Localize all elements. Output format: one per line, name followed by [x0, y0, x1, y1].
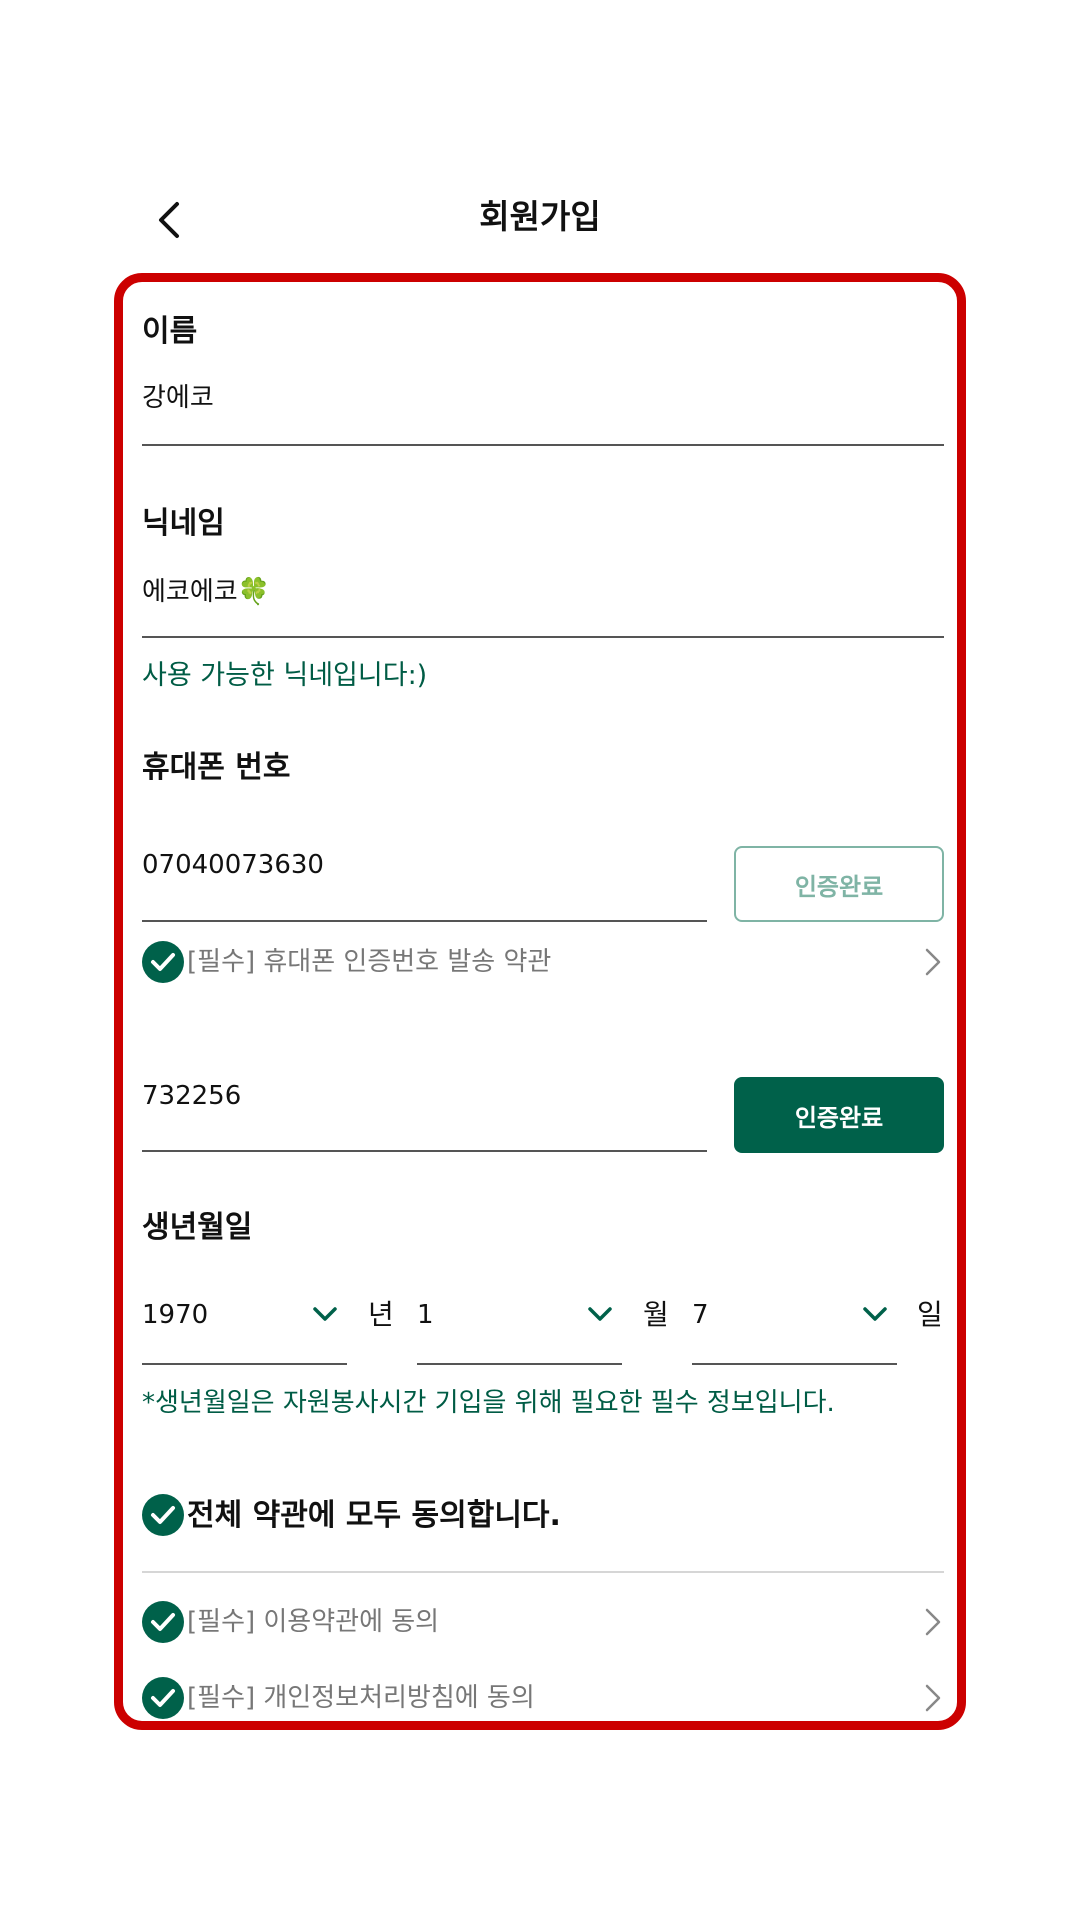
birth-month-underline: [417, 1363, 622, 1365]
code-underline: [142, 1150, 707, 1152]
chevron-down-icon: [863, 1307, 887, 1321]
birth-month-value: 1: [417, 1300, 434, 1330]
nickname-available-message: 사용 가능한 닉네입니다:): [142, 660, 428, 691]
check-circle-icon[interactable]: [142, 1601, 184, 1643]
day-unit-label: 일: [917, 1298, 943, 1331]
privacy-policy-label: [필수] 개인정보처리방침에 동의: [187, 1683, 535, 1713]
phone-number-input[interactable]: 07040073630: [142, 845, 324, 885]
chevron-down-icon: [313, 1307, 337, 1321]
chevron-down-icon: [588, 1307, 612, 1321]
agree-all-row[interactable]: 전체 약관에 모두 동의합니다.: [142, 1494, 944, 1540]
birth-year-underline: [142, 1363, 347, 1365]
birth-day-select[interactable]: 7: [692, 1295, 897, 1365]
birth-year-value: 1970: [142, 1300, 209, 1330]
birth-label: 생년월일: [142, 1210, 253, 1245]
nickname-input[interactable]: 에코에코🍀: [142, 572, 270, 612]
verification-code-input[interactable]: 732256: [142, 1076, 241, 1116]
check-circle-icon[interactable]: [142, 1677, 184, 1719]
birth-month-select[interactable]: 1: [417, 1295, 622, 1365]
birth-required-note: *생년월일은 자원봉사시간 기입을 위해 필요한 필수 정보입니다.: [142, 1388, 835, 1418]
chevron-right-icon: [925, 1608, 941, 1636]
phone-terms-row[interactable]: [필수] 휴대폰 인증번호 발송 약관: [142, 940, 944, 984]
terms-of-use-row[interactable]: [필수] 이용약관에 동의: [142, 1601, 944, 1645]
name-underline: [142, 444, 944, 446]
phone-underline: [142, 920, 707, 922]
chevron-right-icon: [925, 1684, 941, 1712]
privacy-policy-row[interactable]: [필수] 개인정보처리방침에 동의: [142, 1677, 944, 1721]
year-unit-label: 년: [368, 1298, 394, 1331]
birth-day-underline: [692, 1363, 897, 1365]
month-unit-label: 월: [643, 1298, 669, 1331]
name-input[interactable]: 강에코: [142, 378, 214, 418]
check-circle-icon[interactable]: [142, 941, 184, 983]
phone-verify-button[interactable]: 인증완료: [734, 846, 944, 922]
terms-of-use-label: [필수] 이용약관에 동의: [187, 1607, 440, 1637]
phone-terms-label: [필수] 휴대폰 인증번호 발송 약관: [187, 947, 552, 977]
check-circle-icon[interactable]: [142, 1494, 184, 1536]
page-title: 회원가입: [479, 197, 601, 236]
phone-label: 휴대폰 번호: [142, 750, 291, 785]
agree-all-label: 전체 약관에 모두 동의합니다.: [187, 1498, 561, 1533]
chevron-right-icon: [925, 948, 941, 976]
nickname-underline: [142, 636, 944, 638]
code-verify-button[interactable]: 인증완료: [734, 1077, 944, 1153]
agreements-divider: [142, 1571, 944, 1573]
birth-day-value: 7: [692, 1300, 709, 1330]
name-label: 이름: [142, 314, 198, 349]
nickname-label: 닉네임: [142, 506, 225, 541]
birth-year-select[interactable]: 1970: [142, 1295, 347, 1365]
